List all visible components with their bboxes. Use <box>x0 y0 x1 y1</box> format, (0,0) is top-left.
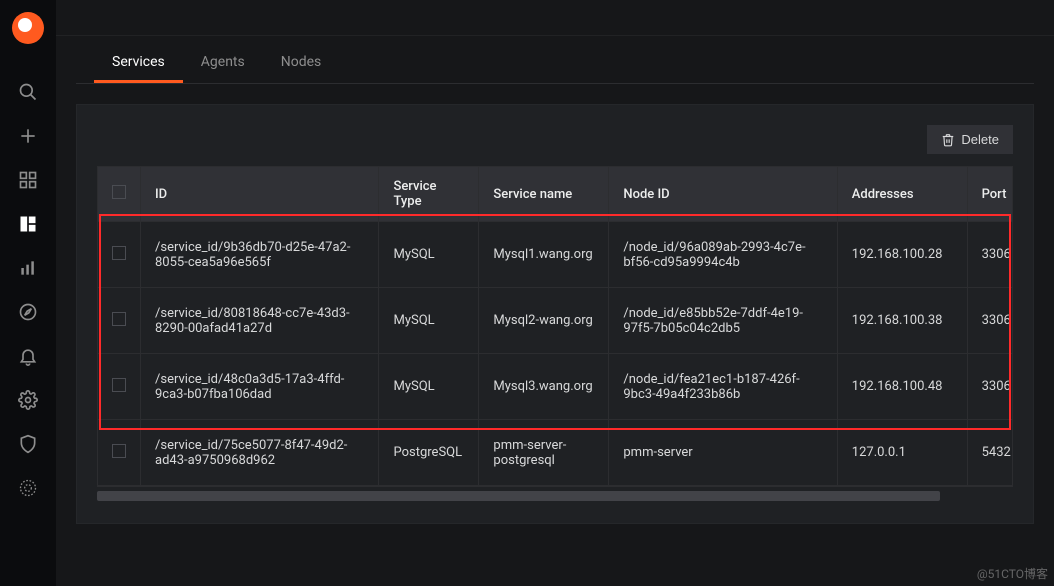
delete-label: Delete <box>961 132 999 147</box>
topbar <box>56 0 1054 36</box>
row-checkbox[interactable] <box>112 312 126 326</box>
cell-addr: 192.168.100.28 <box>837 222 967 288</box>
col-node-id: Node ID <box>609 167 837 222</box>
col-id: ID <box>141 167 379 222</box>
search-icon[interactable] <box>0 70 56 114</box>
table-row[interactable]: /service_id/9b36db70-d25e-47a2-8055-cea5… <box>98 222 1013 288</box>
cell-port: 3306 <box>967 354 1013 420</box>
col-service-type: Service Type <box>379 167 479 222</box>
col-service-name: Service name <box>479 167 609 222</box>
cell-port: 3306 <box>967 222 1013 288</box>
cell-addr: 192.168.100.38 <box>837 288 967 354</box>
cell-node: pmm-server <box>609 420 837 486</box>
target-icon[interactable] <box>0 466 56 510</box>
row-checkbox[interactable] <box>112 444 126 458</box>
cell-type: PostgreSQL <box>379 420 479 486</box>
cell-id: /service_id/80818648-cc7e-43d3-8290-00af… <box>141 288 379 354</box>
cell-name: Mysql2-wang.org <box>479 288 609 354</box>
shield-icon[interactable] <box>0 422 56 466</box>
watermark: @51CTO博客 <box>977 565 1048 582</box>
tabs: Services Agents Nodes <box>76 36 1034 84</box>
col-addresses: Addresses <box>837 167 967 222</box>
cell-id: /service_id/9b36db70-d25e-47a2-8055-cea5… <box>141 222 379 288</box>
cell-node: /node_id/fea21ec1-b187-426f-9bc3-49a4f23… <box>609 354 837 420</box>
table-row[interactable]: /service_id/80818648-cc7e-43d3-8290-00af… <box>98 288 1013 354</box>
panels-icon[interactable] <box>0 202 56 246</box>
col-port: Port <box>967 167 1013 222</box>
select-all-checkbox[interactable] <box>112 185 126 199</box>
cell-name: pmm-server-postgresql <box>479 420 609 486</box>
table-row[interactable]: /service_id/75ce5077-8f47-49d2-ad43-a975… <box>98 420 1013 486</box>
cell-node: /node_id/96a089ab-2993-4c7e-bf56-cd95a99… <box>609 222 837 288</box>
tab-nodes[interactable]: Nodes <box>263 46 340 83</box>
horizontal-scrollbar[interactable] <box>97 491 940 501</box>
cell-id: /service_id/75ce5077-8f47-49d2-ad43-a975… <box>141 420 379 486</box>
logo[interactable] <box>0 0 56 56</box>
delete-button[interactable]: Delete <box>927 125 1013 154</box>
panel: Delete ID Service Type Service name Node… <box>76 104 1034 524</box>
compass-icon[interactable] <box>0 290 56 334</box>
cell-port: 3306 <box>967 288 1013 354</box>
cell-type: MySQL <box>379 288 479 354</box>
row-checkbox[interactable] <box>112 246 126 260</box>
plus-icon[interactable] <box>0 114 56 158</box>
cell-type: MySQL <box>379 354 479 420</box>
cell-name: Mysql1.wang.org <box>479 222 609 288</box>
table: ID Service Type Service name Node ID Add… <box>97 166 1013 487</box>
bell-icon[interactable] <box>0 334 56 378</box>
bars-icon[interactable] <box>0 246 56 290</box>
cell-id: /service_id/48c0a3d5-17a3-4ffd-9ca3-b07f… <box>141 354 379 420</box>
table-row[interactable]: /service_id/48c0a3d5-17a3-4ffd-9ca3-b07f… <box>98 354 1013 420</box>
tab-services[interactable]: Services <box>94 46 183 83</box>
cell-node: /node_id/e85bb52e-7ddf-4e19-97f5-7b05c04… <box>609 288 837 354</box>
sidebar <box>0 0 56 586</box>
cell-addr: 192.168.100.48 <box>837 354 967 420</box>
cell-name: Mysql3.wang.org <box>479 354 609 420</box>
tab-agents[interactable]: Agents <box>183 46 263 83</box>
row-checkbox[interactable] <box>112 378 126 392</box>
gear-icon[interactable] <box>0 378 56 422</box>
cell-type: MySQL <box>379 222 479 288</box>
trash-icon <box>941 133 955 147</box>
cell-addr: 127.0.0.1 <box>837 420 967 486</box>
dashboards-icon[interactable] <box>0 158 56 202</box>
cell-port: 5432 <box>967 420 1013 486</box>
